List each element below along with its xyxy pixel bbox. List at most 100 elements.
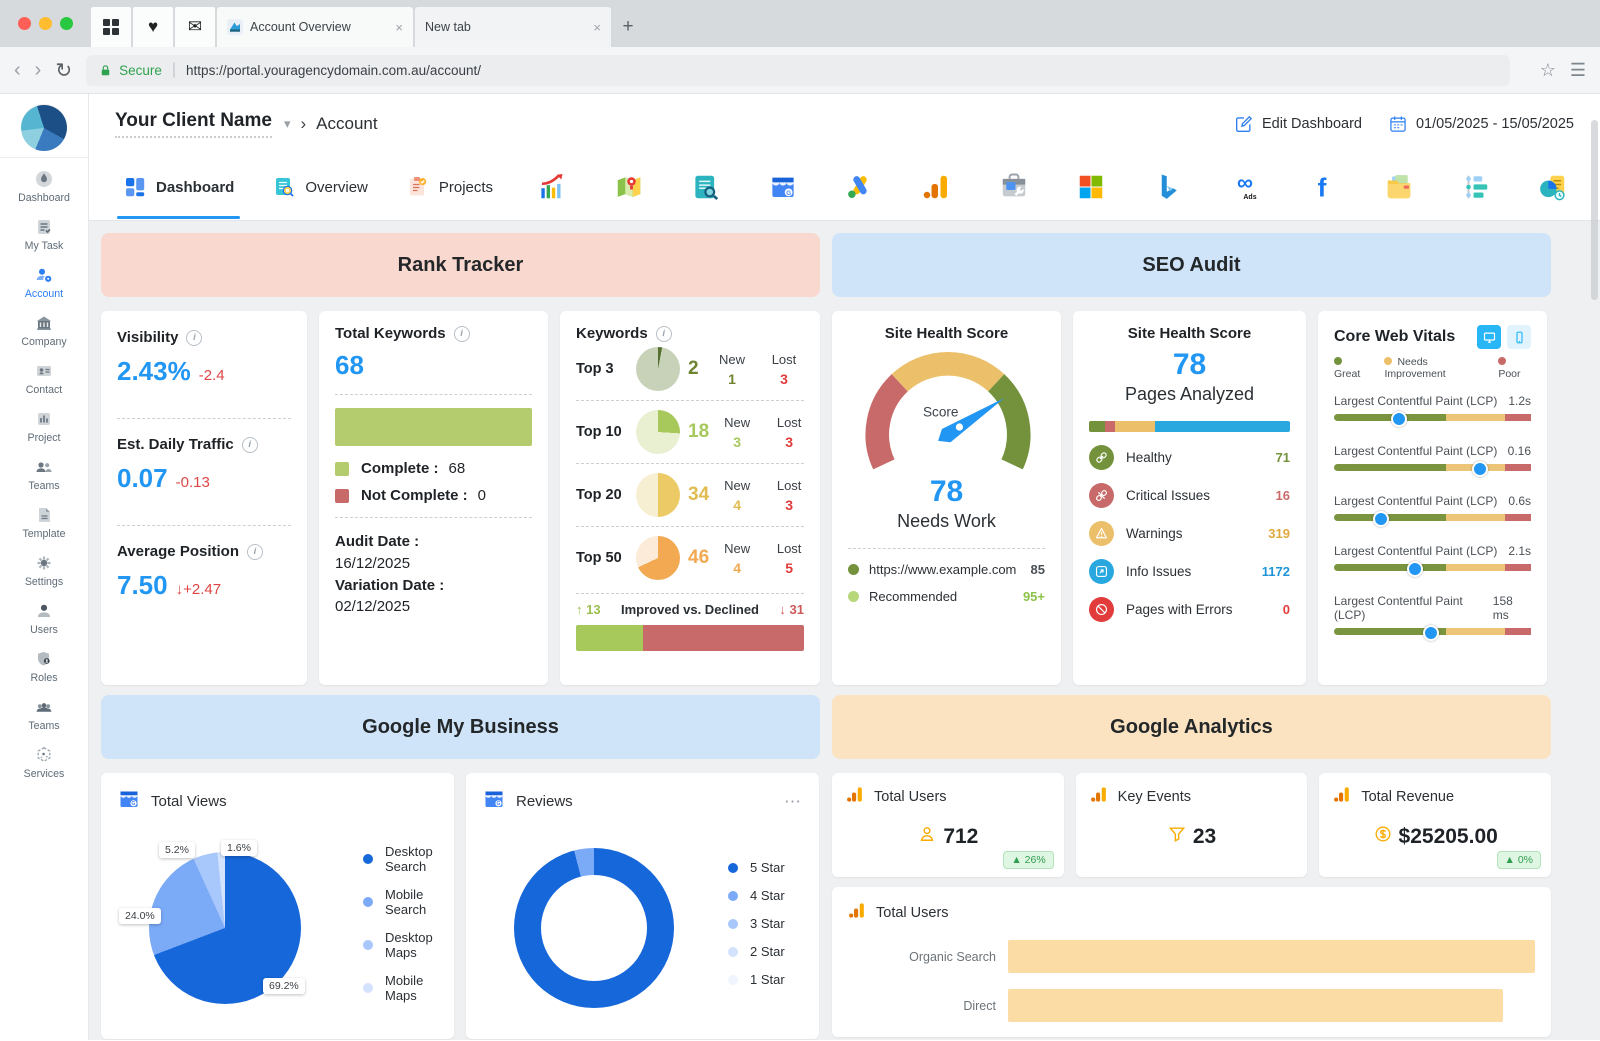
ga-metric-cards: Total Users712▲ 26%Key Events23Total Rev… [832, 773, 1551, 877]
info-icon[interactable]: i [242, 437, 258, 453]
tab-projects[interactable]: Projects [390, 155, 509, 219]
sidebar-item-my-task[interactable]: My Task [18, 210, 70, 258]
bar-segment [1505, 414, 1531, 421]
tab-google-my-business-icon[interactable]: G [768, 172, 798, 202]
pinned-tab-apps[interactable] [91, 7, 131, 47]
svg-text:G: G [132, 801, 136, 807]
tab-timeline-icon[interactable] [1461, 172, 1491, 202]
tab-facebook-icon[interactable]: f [1307, 172, 1337, 202]
back-button[interactable]: ‹ [14, 59, 21, 82]
improved-segment [576, 625, 643, 651]
tab-folder-icon[interactable] [1384, 172, 1414, 202]
url-field[interactable]: Secure | https://portal.youragencydomain… [86, 55, 1510, 86]
browser-tab-new-tab[interactable]: New tab × [415, 7, 611, 47]
sidebar-item-teams[interactable]: Teams [18, 690, 70, 738]
gauge-legend: https://www.example.com85Recommended95+ [848, 562, 1045, 604]
date-range-picker[interactable]: 01/05/2025 - 15/05/2025 [1388, 114, 1574, 134]
client-name[interactable]: Your Client Name [115, 110, 272, 138]
cwv-bar [1334, 564, 1531, 571]
reload-button[interactable]: ↻ [55, 58, 72, 83]
tab-pie-report-icon[interactable] [1538, 172, 1568, 202]
breadcrumb: Account [316, 114, 377, 134]
info-icon[interactable]: i [454, 326, 470, 342]
pinned-tab-favorites[interactable]: ♥ [133, 7, 173, 47]
health-item-label: Healthy [1126, 450, 1172, 465]
tab-growth-chart-icon[interactable] [537, 172, 567, 202]
scrollbar[interactable] [1591, 120, 1598, 300]
close-tab-icon[interactable]: × [395, 20, 403, 35]
tab-seo-report-icon[interactable] [691, 172, 721, 202]
bar-segment [1505, 514, 1531, 521]
card-menu-icon[interactable]: ⋯ [784, 792, 803, 812]
legend-dot [363, 897, 373, 907]
declined-segment [643, 625, 804, 651]
cwv-metric-label: Largest Contentful Paint (LCP) [1334, 444, 1497, 458]
close-tab-icon[interactable]: × [593, 20, 601, 35]
card-title-text: Reviews [516, 793, 573, 810]
tab-microsoft-icon[interactable] [1076, 172, 1106, 202]
legend-value: 95+ [1023, 589, 1045, 604]
sidebar-item-company[interactable]: Company [18, 306, 70, 354]
sidebar-item-account[interactable]: Account [18, 258, 70, 306]
tab-dashboard[interactable]: Dashboard [107, 155, 250, 219]
keyword-bucket-label: Top 3 [576, 361, 628, 377]
edit-dashboard-button[interactable]: Edit Dashboard [1234, 114, 1362, 134]
donut-chart[interactable] [514, 848, 674, 1008]
legend-dot [728, 975, 738, 985]
divider: | [172, 61, 176, 79]
tab-map-pin-icon[interactable] [614, 172, 644, 202]
tab-bing-icon[interactable] [1153, 172, 1183, 202]
new-header: New [717, 541, 757, 556]
mobile-icon[interactable] [1507, 325, 1531, 349]
legend-label: Recommended [869, 589, 957, 604]
new-tab-button[interactable]: + [613, 7, 643, 47]
minimize-window-button[interactable] [39, 17, 52, 30]
chevron-down-icon[interactable]: ▾ [284, 116, 291, 132]
pinned-tab-mail[interactable]: ✉ [175, 7, 215, 47]
sidebar-item-project[interactable]: Project [18, 402, 70, 450]
sidebar-item-services[interactable]: Services [18, 738, 70, 786]
sidebar-item-dashboard[interactable]: Dashboard [18, 162, 70, 210]
audit-date-value: 16/12/2025 [335, 555, 410, 572]
desktop-icon[interactable] [1477, 325, 1501, 349]
sidebar-item-roles[interactable]: Roles [18, 642, 70, 690]
sidebar-item-teams[interactable]: Teams [18, 450, 70, 498]
tab-overview[interactable]: Overview [256, 155, 384, 219]
divider [0, 157, 88, 158]
bar-segment [1446, 564, 1505, 571]
tab-google-analytics-icon[interactable] [922, 172, 952, 202]
browser-menu-icon[interactable]: ☰ [1570, 60, 1586, 81]
pages-analyzed-value: 78 [1089, 348, 1290, 382]
keyword-pie-chart [636, 536, 680, 580]
browser-tab-account-overview[interactable]: Account Overview × [217, 7, 413, 47]
metric-label: Visibility [117, 329, 178, 346]
agency-logo[interactable] [21, 104, 67, 151]
bar-segment [1155, 421, 1290, 432]
google-my-business-banner: Google My Business [101, 695, 820, 759]
metric-label: Average Position [117, 543, 239, 560]
breadcrumb-separator: › [301, 114, 307, 134]
forward-button[interactable]: › [35, 59, 42, 82]
sidebar-item-settings[interactable]: Settings [18, 546, 70, 594]
lost-column: Lost5 [769, 541, 809, 576]
bookmark-star-icon[interactable]: ☆ [1540, 60, 1556, 81]
improved-declined-bar [576, 625, 804, 651]
sidebar-item-template[interactable]: Template [18, 498, 70, 546]
sidebar-item-contact[interactable]: Contact [18, 354, 70, 402]
metric-label: Est. Daily Traffic [117, 436, 234, 453]
info-icon[interactable]: i [656, 326, 672, 342]
browser-window: ♥ ✉ Account Overview × New tab × + ‹ › ↻… [0, 0, 1600, 1041]
tab-search-console-icon[interactable] [999, 172, 1029, 202]
banner-title: Google Analytics [1110, 716, 1273, 739]
info-icon[interactable]: i [186, 330, 202, 346]
sidebar-item-users[interactable]: Users [18, 594, 70, 642]
google-analytics-icon [1333, 785, 1352, 808]
legend-dot [1334, 357, 1342, 365]
tab-google-ads-icon[interactable] [845, 172, 875, 202]
close-window-button[interactable] [18, 17, 31, 30]
user-outline-icon [917, 824, 937, 849]
info-icon[interactable]: i [247, 544, 263, 560]
tab-meta-ads-icon[interactable]: ∞Ads [1230, 172, 1260, 202]
cwv-metric-row: Largest Contentful Paint (LCP)158 ms [1334, 594, 1531, 635]
maximize-window-button[interactable] [60, 17, 73, 30]
